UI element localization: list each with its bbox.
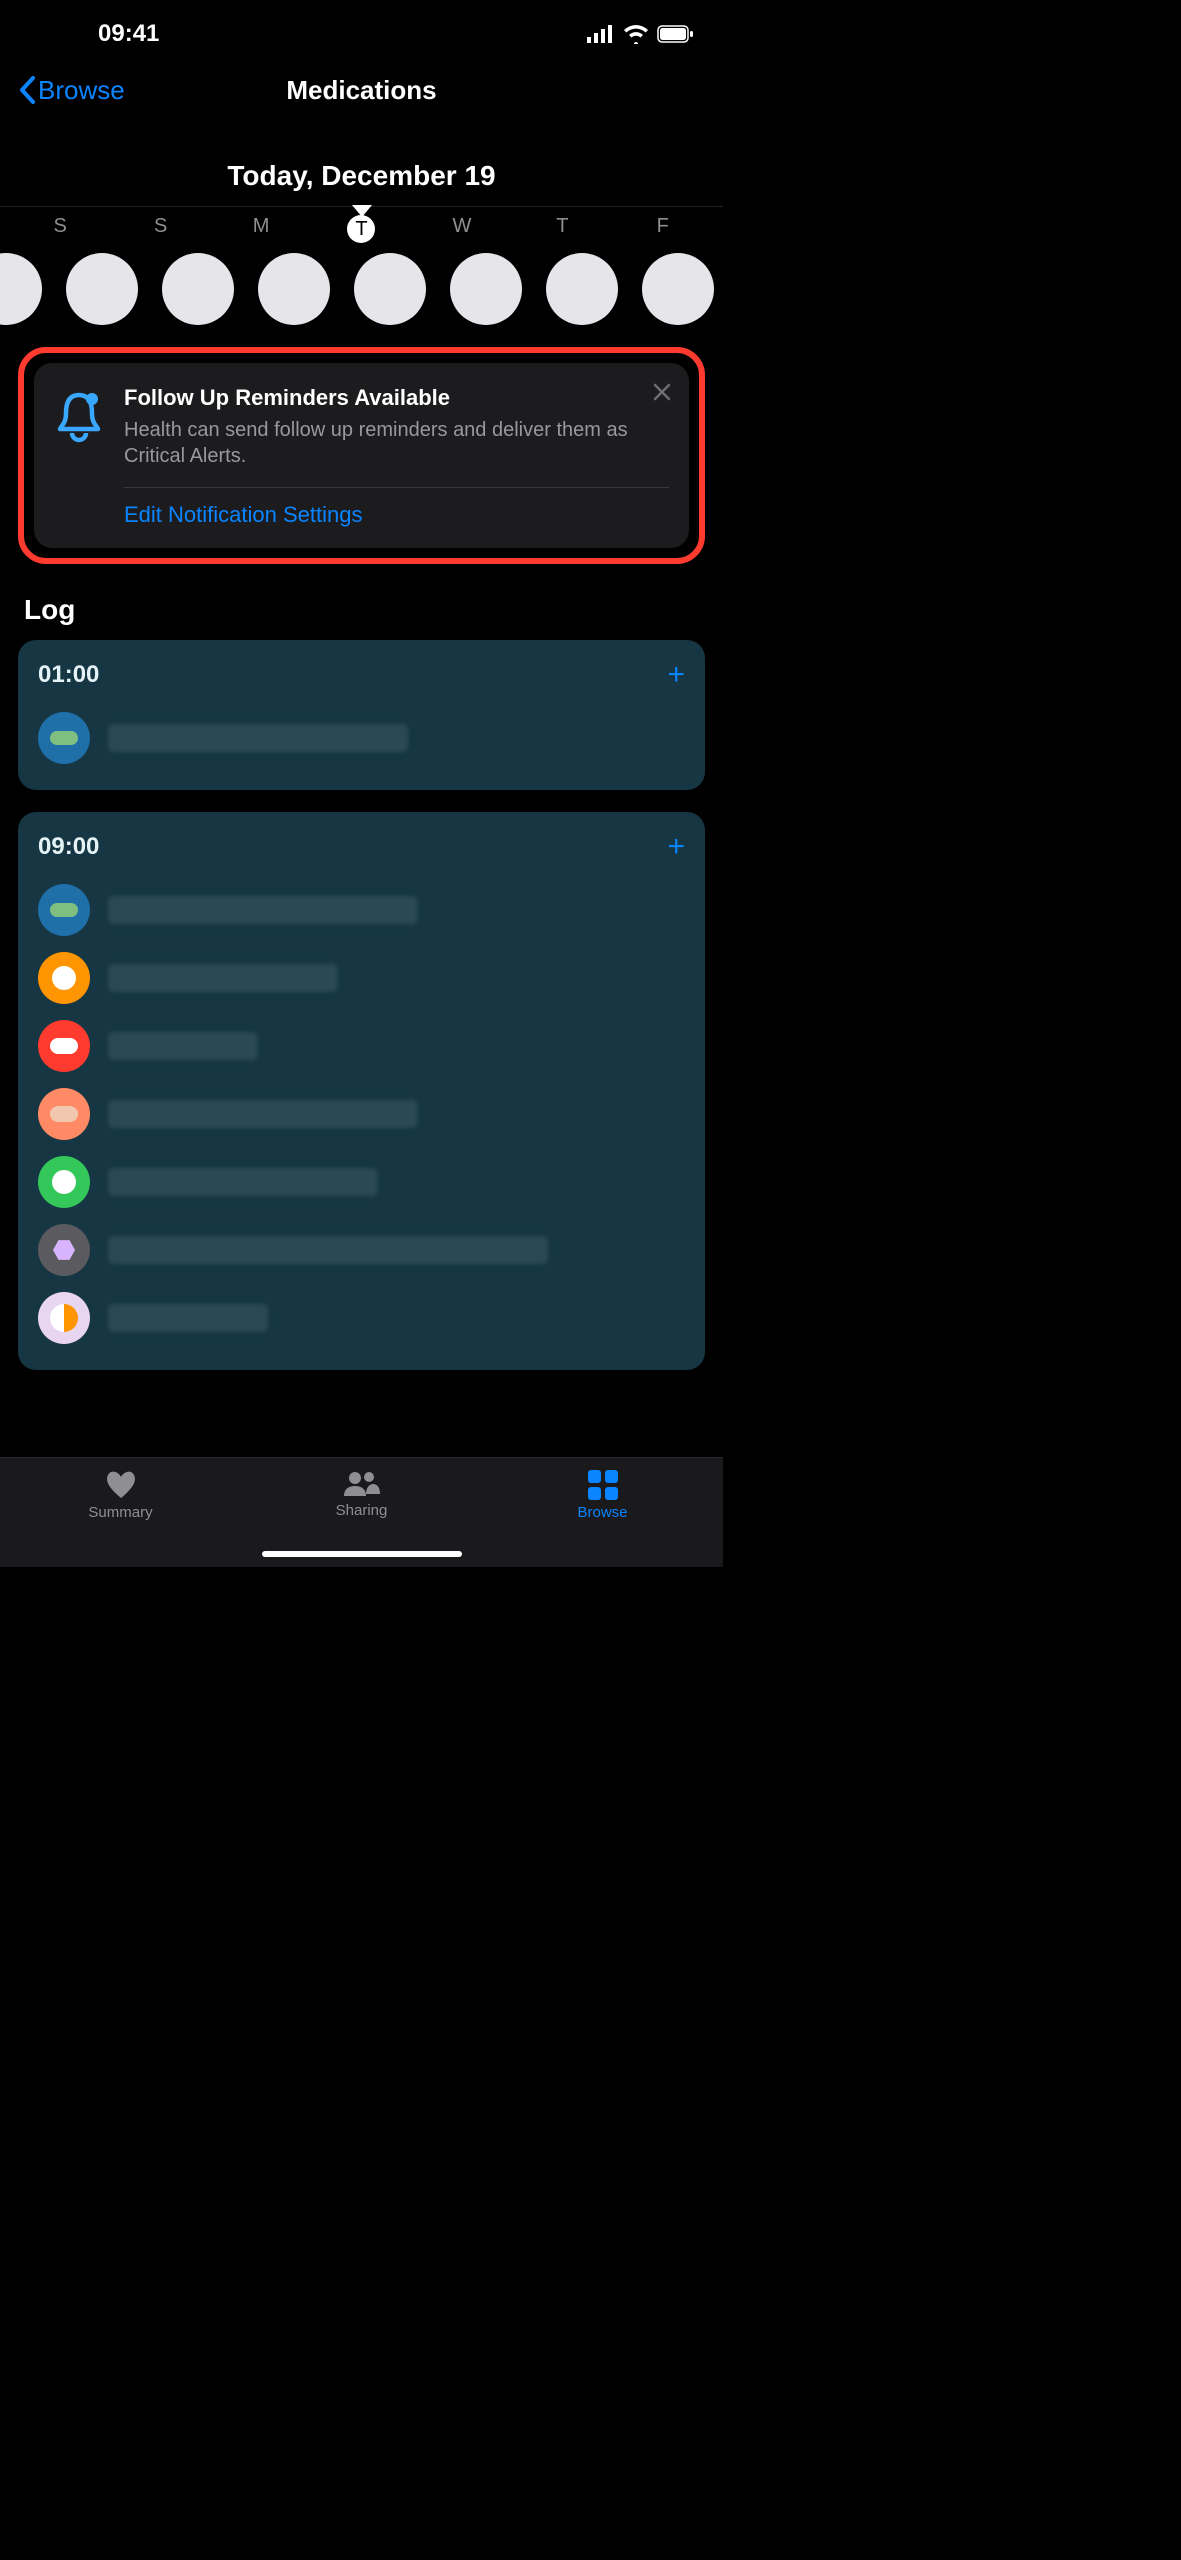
medication-name-redacted [108,1032,258,1060]
add-log-button[interactable]: + [667,658,685,692]
day-circle[interactable] [66,253,138,325]
day-label[interactable]: S [126,215,196,243]
day-label[interactable]: M [226,215,296,243]
log-card[interactable]: 09:00 + [18,812,705,1370]
medication-row[interactable] [38,1216,685,1284]
day-label[interactable]: W [427,215,497,243]
notification-card[interactable]: Follow Up Reminders Available Health can… [34,363,689,548]
day-circle[interactable] [546,253,618,325]
edit-notification-settings-link[interactable]: Edit Notification Settings [124,502,669,528]
heart-icon [104,1470,138,1500]
grid-icon [588,1470,618,1500]
page-title: Medications [286,75,436,106]
log-time: 01:00 [38,661,99,689]
medication-row[interactable] [38,1284,685,1352]
day-circle[interactable] [354,253,426,325]
medication-icon [38,1292,90,1344]
day-circle[interactable] [450,253,522,325]
day-circle[interactable] [162,253,234,325]
medication-row[interactable] [38,1080,685,1148]
day-label[interactable]: T [347,215,375,243]
tab-bar: Summary Sharing Browse [0,1457,723,1567]
notification-description: Health can send follow up reminders and … [124,417,669,469]
battery-icon [657,25,695,43]
status-icons [587,24,695,44]
people-icon [342,1470,382,1498]
medication-name-redacted [108,1236,548,1264]
tab-label: Summary [88,1504,152,1521]
tab-summary[interactable]: Summary [0,1458,241,1567]
notification-highlight: Follow Up Reminders Available Health can… [18,347,705,564]
back-label: Browse [38,75,125,106]
tab-label: Sharing [336,1502,388,1519]
log-time: 09:00 [38,833,99,861]
medication-row[interactable] [38,1012,685,1080]
bell-icon [54,389,106,528]
status-time: 09:41 [98,20,159,48]
medication-icon [38,952,90,1004]
medication-name-redacted [108,896,418,924]
close-icon[interactable] [653,381,671,407]
day-label[interactable]: T [527,215,597,243]
divider [124,487,669,488]
log-heading: Log [24,594,699,626]
medication-icon [38,1156,90,1208]
day-label[interactable]: F [628,215,698,243]
tab-label: Browse [577,1504,627,1521]
medication-icon [38,1020,90,1072]
medication-icon [38,1224,90,1276]
status-bar: 09:41 [0,0,723,60]
week-strip[interactable]: SSMTWTF [0,206,723,325]
nav-bar: Browse Medications [0,60,723,120]
add-log-button[interactable]: + [667,830,685,864]
log-card[interactable]: 01:00 + [18,640,705,790]
medication-name-redacted [108,1304,268,1332]
medication-row[interactable] [38,944,685,1012]
medication-name-redacted [108,1168,378,1196]
back-button[interactable]: Browse [18,75,125,106]
tab-browse[interactable]: Browse [482,1458,723,1567]
day-circle[interactable] [642,253,714,325]
medication-row[interactable] [38,1148,685,1216]
home-indicator[interactable] [262,1551,462,1557]
medication-name-redacted [108,964,338,992]
medication-name-redacted [108,724,408,752]
medication-icon [38,712,90,764]
notification-title: Follow Up Reminders Available [124,385,669,411]
wifi-icon [623,24,649,44]
medication-row[interactable] [38,876,685,944]
chevron-left-icon [18,76,36,104]
medication-name-redacted [108,1100,418,1128]
day-circle[interactable] [258,253,330,325]
caret-down-icon [352,205,372,217]
medication-icon [38,1088,90,1140]
cellular-icon [587,25,615,43]
medication-row[interactable] [38,704,685,772]
date-header: Today, December 19 [0,160,723,192]
medication-icon [38,884,90,936]
day-circle[interactable] [0,253,42,325]
day-label[interactable]: S [25,215,95,243]
